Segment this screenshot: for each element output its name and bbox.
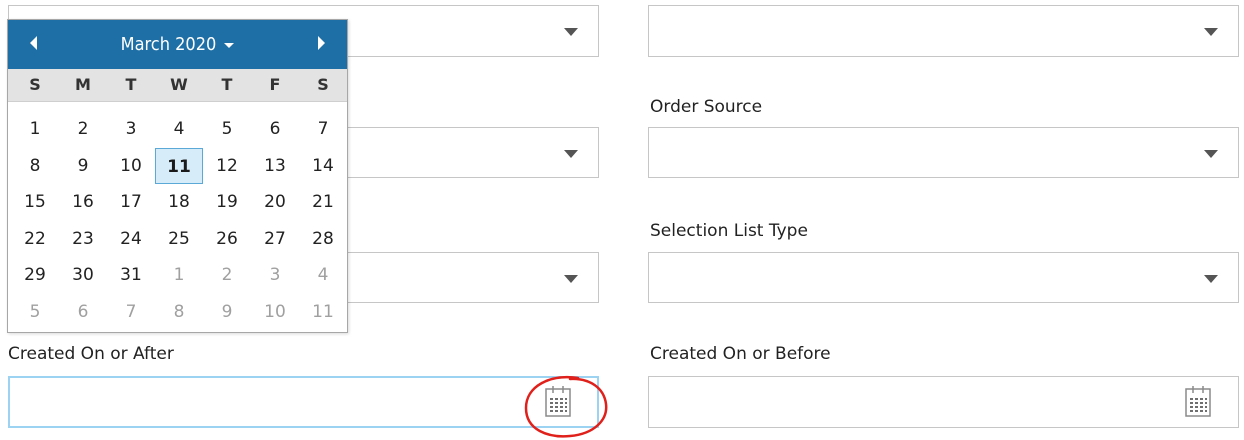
chevron-down-icon: [564, 150, 578, 158]
day-cell[interactable]: 27: [251, 221, 299, 257]
weekday-label: S: [317, 75, 329, 94]
day-cell[interactable]: 10: [107, 148, 155, 184]
day-cell[interactable]: 6: [59, 294, 107, 330]
created-after-label: Created On or After: [8, 344, 174, 364]
selection-list-type-label: Selection List Type: [650, 221, 808, 241]
day-cell[interactable]: 20: [251, 184, 299, 220]
day-cell[interactable]: 2: [59, 111, 107, 147]
day-cell[interactable]: 12: [203, 148, 251, 184]
order-source-dropdown[interactable]: [648, 127, 1239, 178]
day-cell[interactable]: 26: [203, 221, 251, 257]
day-cell[interactable]: 16: [59, 184, 107, 220]
day-cell[interactable]: 5: [11, 294, 59, 330]
day-cell[interactable]: 7: [299, 111, 347, 147]
created-before-input[interactable]: [648, 376, 1239, 428]
calendar-icon[interactable]: [1185, 385, 1211, 417]
day-cell[interactable]: 31: [107, 257, 155, 293]
day-cell[interactable]: 28: [299, 221, 347, 257]
day-cell[interactable]: 29: [11, 257, 59, 293]
day-cell[interactable]: 24: [107, 221, 155, 257]
weekday-label: W: [170, 75, 188, 94]
right-dropdown-1[interactable]: [648, 5, 1239, 57]
day-cell[interactable]: 21: [299, 184, 347, 220]
day-cell[interactable]: 4: [155, 111, 203, 147]
day-cell[interactable]: 3: [251, 257, 299, 293]
day-cell[interactable]: 25: [155, 221, 203, 257]
day-cell[interactable]: 7: [107, 294, 155, 330]
day-cell[interactable]: 13: [251, 148, 299, 184]
day-cell[interactable]: 10: [251, 294, 299, 330]
day-cell[interactable]: 1: [11, 111, 59, 147]
day-cell[interactable]: 17: [107, 184, 155, 220]
day-cell[interactable]: 3: [107, 111, 155, 147]
chevron-down-icon: [564, 275, 578, 283]
day-cell[interactable]: 30: [59, 257, 107, 293]
order-source-label: Order Source: [650, 97, 763, 117]
weekday-label: T: [221, 75, 233, 94]
created-after-input[interactable]: [8, 376, 599, 428]
chevron-down-icon: [224, 42, 235, 48]
day-cell[interactable]: 1: [155, 257, 203, 293]
calendar-icon[interactable]: [545, 385, 571, 417]
month-year-label: March 2020: [120, 34, 217, 55]
day-cell[interactable]: 14: [299, 148, 347, 184]
day-cell[interactable]: 9: [59, 148, 107, 184]
day-cell[interactable]: 8: [11, 148, 59, 184]
day-cell[interactable]: 2: [203, 257, 251, 293]
day-cell[interactable]: 6: [251, 111, 299, 147]
datepicker-popup: March 2020 S M T W T F S 1 2 3 4 5 6 7 8 9 10 11 12…: [7, 19, 348, 333]
chevron-down-icon: [1204, 275, 1218, 283]
day-cell[interactable]: 15: [11, 184, 59, 220]
weekday-label: T: [125, 75, 137, 94]
day-cell[interactable]: 8: [155, 294, 203, 330]
chevron-down-icon: [1204, 28, 1218, 36]
selection-list-type-dropdown[interactable]: [648, 252, 1239, 303]
weekday-header: S M T W T F S: [8, 69, 347, 102]
weekday-label: S: [29, 75, 41, 94]
day-cell[interactable]: 4: [299, 257, 347, 293]
chevron-right-icon[interactable]: [318, 36, 325, 50]
day-cell[interactable]: 23: [59, 221, 107, 257]
datepicker-title[interactable]: March 2020: [8, 34, 347, 55]
created-before-label: Created On or Before: [650, 344, 831, 364]
day-cell[interactable]: 9: [203, 294, 251, 330]
day-cell[interactable]: 11: [155, 147, 203, 184]
day-cell[interactable]: 19: [203, 184, 251, 220]
day-cell[interactable]: 5: [203, 111, 251, 147]
weekday-label: F: [269, 75, 281, 94]
day-cell[interactable]: 11: [299, 294, 347, 330]
day-cell[interactable]: 22: [11, 221, 59, 257]
chevron-down-icon: [1204, 150, 1218, 158]
chevron-down-icon: [564, 28, 578, 36]
day-cell[interactable]: 18: [155, 184, 203, 220]
datepicker-header: March 2020: [8, 20, 347, 69]
weekday-label: M: [75, 75, 91, 94]
